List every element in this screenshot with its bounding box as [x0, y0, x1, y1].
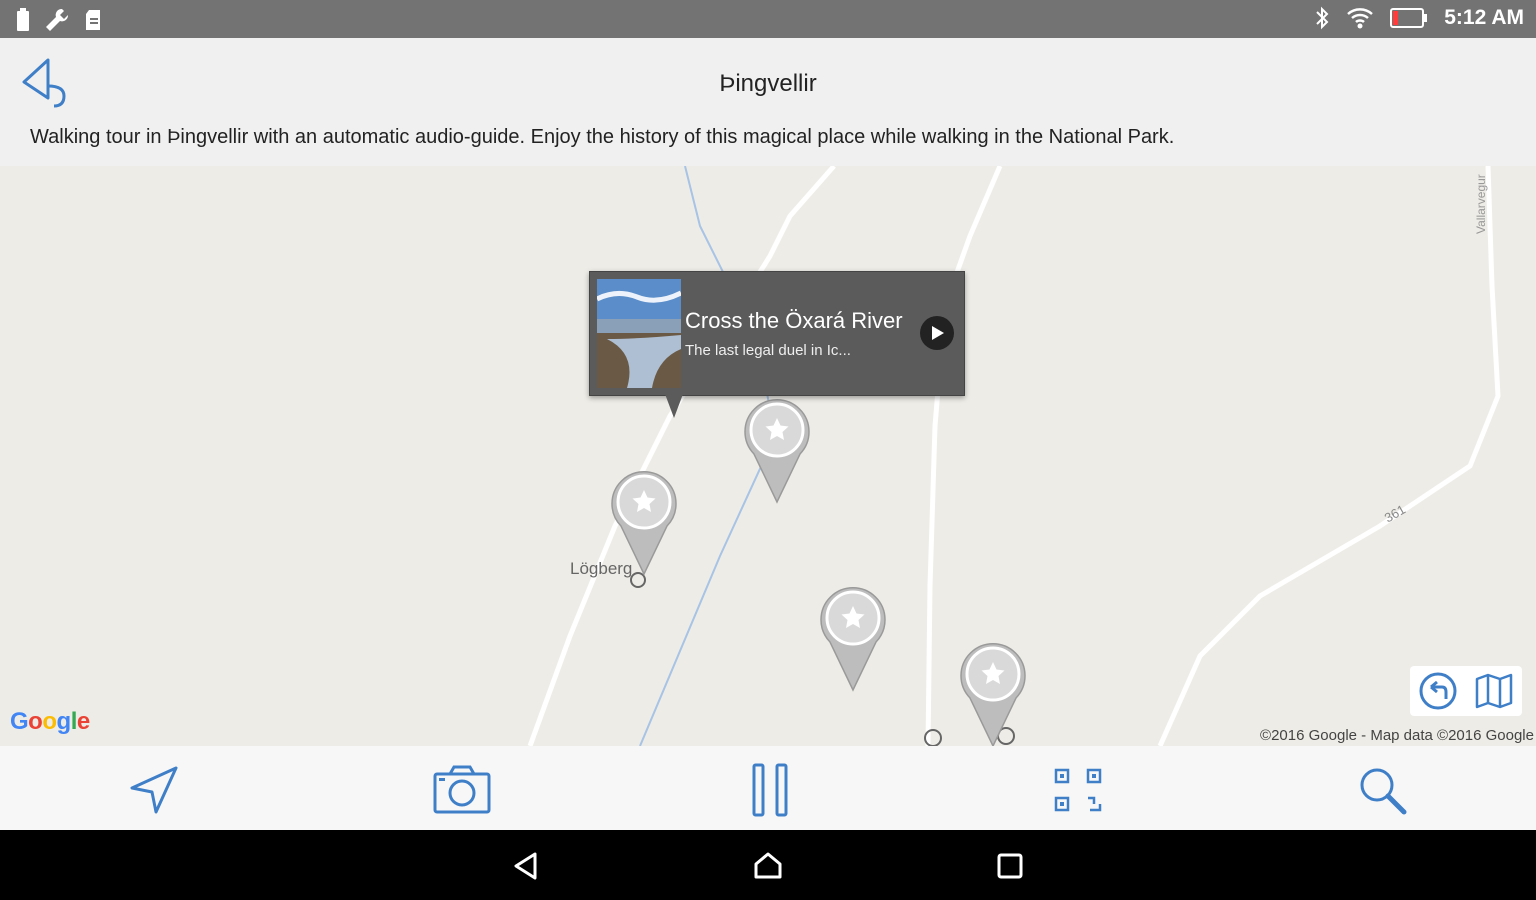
qr-scan-button[interactable]	[1048, 760, 1108, 820]
star-pin-icon	[611, 471, 677, 576]
map-copyright: ©2016 Google - Map data ©2016 Google	[1260, 727, 1534, 744]
tour-stop-pin[interactable]	[958, 640, 1028, 746]
callout-subtitle: The last legal duel in Ic...	[685, 342, 851, 359]
status-time: 5:12 AM	[1444, 6, 1524, 29]
tour-stop-pin[interactable]	[742, 396, 812, 504]
camera-button[interactable]	[432, 760, 492, 820]
callout-thumbnail	[597, 279, 681, 388]
callout-pointer	[665, 394, 683, 418]
star-pin-icon	[960, 643, 1026, 746]
play-button[interactable]	[920, 316, 954, 350]
sd-card-icon	[86, 10, 100, 30]
landscape-photo-icon	[597, 279, 681, 388]
map-label-road-vertical: Vallarvegur	[1474, 174, 1488, 234]
status-right-icons: 5:12 AM	[1314, 6, 1524, 30]
camera-icon	[433, 765, 491, 814]
system-back-button[interactable]	[506, 846, 546, 886]
wifi-icon	[1347, 8, 1374, 29]
pause-icon	[752, 763, 788, 817]
battery-saver-icon	[17, 8, 29, 31]
battery-icon	[1390, 8, 1428, 28]
status-bar: 5:12 AM	[0, 0, 1536, 38]
system-nav-bar	[0, 830, 1536, 900]
undo-location-icon	[1419, 672, 1457, 710]
tour-stop-pin[interactable]	[609, 468, 679, 576]
status-left-icons	[16, 7, 102, 33]
wrench-icon	[46, 8, 69, 31]
map-controls	[1410, 666, 1522, 716]
search-button[interactable]	[1352, 760, 1412, 820]
home-icon	[754, 852, 782, 879]
map-layers-icon	[1475, 673, 1513, 709]
map-view[interactable]: Lögberg Vallarvegur 361 Cross the Öxará …	[0, 166, 1536, 746]
bluetooth-icon	[1316, 6, 1329, 30]
bottom-toolbar	[0, 746, 1536, 830]
qr-code-icon	[1054, 768, 1102, 812]
system-home-button[interactable]	[748, 846, 788, 886]
tour-stop-callout[interactable]: Cross the Öxará River The last legal due…	[589, 271, 965, 418]
pause-button[interactable]	[740, 760, 800, 820]
back-triangle-icon	[514, 852, 537, 880]
recents-square-icon	[997, 853, 1023, 879]
star-pin-icon	[820, 587, 886, 692]
callout-title: Cross the Öxará River	[685, 308, 903, 333]
page-title: Þingvellir	[719, 70, 817, 97]
search-icon	[1360, 768, 1407, 815]
google-logo: Google	[10, 708, 90, 735]
tour-stop-pin[interactable]	[818, 584, 888, 692]
navigation-arrow-icon	[130, 766, 178, 814]
navigate-button[interactable]	[124, 760, 184, 820]
tour-description: Walking tour in Þingvellir with an autom…	[30, 126, 1175, 148]
star-pin-icon	[744, 399, 810, 504]
tour-header: Þingvellir Walking tour in Þingvellir wi…	[0, 38, 1536, 166]
play-icon	[932, 326, 944, 340]
map-layers-button[interactable]	[1474, 671, 1514, 711]
system-recents-button[interactable]	[990, 846, 1030, 886]
undo-location-button[interactable]	[1418, 671, 1458, 711]
